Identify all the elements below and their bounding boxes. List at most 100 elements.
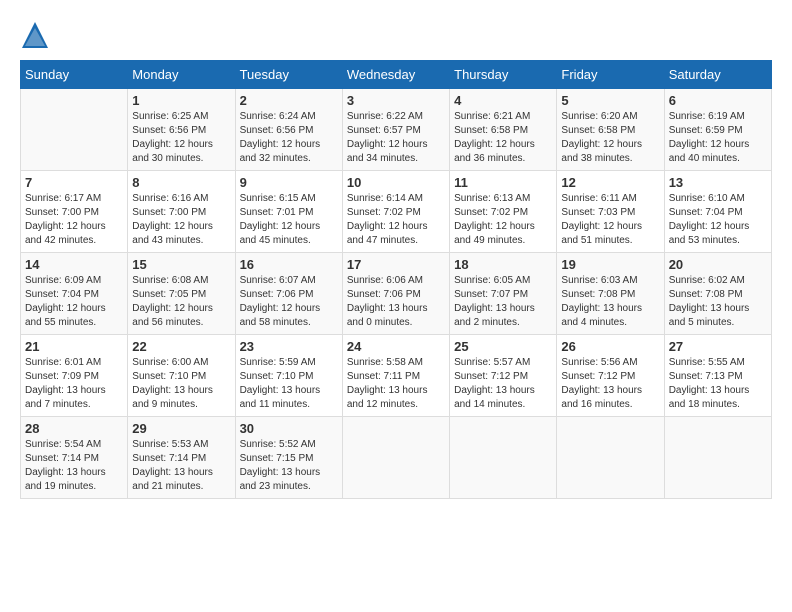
calendar-cell: 3Sunrise: 6:22 AM Sunset: 6:57 PM Daylig…	[342, 89, 449, 171]
day-number: 29	[132, 421, 230, 436]
day-number: 7	[25, 175, 123, 190]
logo	[20, 20, 54, 50]
day-number: 20	[669, 257, 767, 272]
day-number: 1	[132, 93, 230, 108]
day-number: 21	[25, 339, 123, 354]
day-info: Sunrise: 5:54 AM Sunset: 7:14 PM Dayligh…	[25, 438, 123, 494]
calendar-cell: 15Sunrise: 6:08 AM Sunset: 7:05 PM Dayli…	[128, 253, 235, 335]
day-number: 28	[25, 421, 123, 436]
header-wednesday: Wednesday	[342, 61, 449, 89]
calendar-cell	[557, 417, 664, 499]
calendar-cell	[21, 89, 128, 171]
day-info: Sunrise: 6:13 AM Sunset: 7:02 PM Dayligh…	[454, 192, 552, 248]
page-header	[20, 20, 772, 50]
calendar-cell: 24 Sunrise: 5:58 AM Sunset: 7:11 PM Dayli…	[342, 335, 449, 417]
calendar-cell: 13 Sunrise: 6:10 AM Sunset: 7:04 PM Dayli…	[664, 171, 771, 253]
day-info: Sunrise: 6:11 AM Sunset: 7:03 PM Dayligh…	[561, 192, 659, 248]
day-info: Sunrise: 5:58 AM Sunset: 7:11 PM Dayligh…	[347, 356, 445, 412]
day-info: Sunrise: 5:52 AM Sunset: 7:15 PM Dayligh…	[240, 438, 338, 494]
day-info: Sunrise: 6:02 AM Sunset: 7:08 PM Dayligh…	[669, 274, 767, 330]
day-info: Sunrise: 6:24 AM Sunset: 6:56 PM Dayligh…	[240, 110, 338, 166]
header-saturday: Saturday	[664, 61, 771, 89]
calendar-cell: 11Sunrise: 6:13 AM Sunset: 7:02 PM Dayli…	[450, 171, 557, 253]
header-thursday: Thursday	[450, 61, 557, 89]
day-number: 24	[347, 339, 445, 354]
calendar-cell: 19 Sunrise: 6:03 AM Sunset: 7:08 PM Dayli…	[557, 253, 664, 335]
calendar-cell: 25 Sunrise: 5:57 AM Sunset: 7:12 PM Dayli…	[450, 335, 557, 417]
day-number: 17	[347, 257, 445, 272]
calendar-cell: 30 Sunrise: 5:52 AM Sunset: 7:15 PM Dayli…	[235, 417, 342, 499]
day-number: 23	[240, 339, 338, 354]
day-info: Sunrise: 6:15 AM Sunset: 7:01 PM Dayligh…	[240, 192, 338, 248]
day-info: Sunrise: 6:08 AM Sunset: 7:05 PM Dayligh…	[132, 274, 230, 330]
day-info: Sunrise: 6:06 AM Sunset: 7:06 PM Dayligh…	[347, 274, 445, 330]
calendar-cell	[342, 417, 449, 499]
day-info: Sunrise: 5:57 AM Sunset: 7:12 PM Dayligh…	[454, 356, 552, 412]
day-info: Sunrise: 5:59 AM Sunset: 7:10 PM Dayligh…	[240, 356, 338, 412]
calendar-cell: 20 Sunrise: 6:02 AM Sunset: 7:08 PM Dayli…	[664, 253, 771, 335]
day-info: Sunrise: 6:03 AM Sunset: 7:08 PM Dayligh…	[561, 274, 659, 330]
day-info: Sunrise: 6:25 AM Sunset: 6:56 PM Dayligh…	[132, 110, 230, 166]
day-number: 25	[454, 339, 552, 354]
day-number: 22	[132, 339, 230, 354]
day-info: Sunrise: 6:01 AM Sunset: 7:09 PM Dayligh…	[25, 356, 123, 412]
day-info: Sunrise: 6:17 AM Sunset: 7:00 PM Dayligh…	[25, 192, 123, 248]
day-number: 18	[454, 257, 552, 272]
day-number: 19	[561, 257, 659, 272]
calendar-week-3: 14 Sunrise: 6:09 AM Sunset: 7:04 PM Dayli…	[21, 253, 772, 335]
day-info: Sunrise: 6:09 AM Sunset: 7:04 PM Dayligh…	[25, 274, 123, 330]
day-number: 13	[669, 175, 767, 190]
calendar-cell: 12 Sunrise: 6:11 AM Sunset: 7:03 PM Dayli…	[557, 171, 664, 253]
calendar-cell: 10 Sunrise: 6:14 AM Sunset: 7:02 PM Dayli…	[342, 171, 449, 253]
day-number: 3	[347, 93, 445, 108]
calendar-cell: 28 Sunrise: 5:54 AM Sunset: 7:14 PM Dayli…	[21, 417, 128, 499]
calendar-cell: 18Sunrise: 6:05 AM Sunset: 7:07 PM Dayli…	[450, 253, 557, 335]
calendar-cell: 14 Sunrise: 6:09 AM Sunset: 7:04 PM Dayli…	[21, 253, 128, 335]
header-monday: Monday	[128, 61, 235, 89]
day-number: 14	[25, 257, 123, 272]
calendar-cell: 29 Sunrise: 5:53 AM Sunset: 7:14 PM Dayli…	[128, 417, 235, 499]
day-number: 6	[669, 93, 767, 108]
calendar-cell: 2 Sunrise: 6:24 AM Sunset: 6:56 PM Daylig…	[235, 89, 342, 171]
day-number: 9	[240, 175, 338, 190]
day-number: 26	[561, 339, 659, 354]
day-number: 12	[561, 175, 659, 190]
day-info: Sunrise: 5:53 AM Sunset: 7:14 PM Dayligh…	[132, 438, 230, 494]
calendar-cell: 23 Sunrise: 5:59 AM Sunset: 7:10 PM Dayli…	[235, 335, 342, 417]
header-tuesday: Tuesday	[235, 61, 342, 89]
logo-icon	[20, 20, 50, 50]
day-number: 10	[347, 175, 445, 190]
calendar-header-row: SundayMondayTuesdayWednesdayThursdayFrid…	[21, 61, 772, 89]
day-info: Sunrise: 6:00 AM Sunset: 7:10 PM Dayligh…	[132, 356, 230, 412]
day-info: Sunrise: 5:55 AM Sunset: 7:13 PM Dayligh…	[669, 356, 767, 412]
calendar-week-5: 28 Sunrise: 5:54 AM Sunset: 7:14 PM Dayli…	[21, 417, 772, 499]
calendar-cell: 22 Sunrise: 6:00 AM Sunset: 7:10 PM Dayli…	[128, 335, 235, 417]
calendar-cell: 7 Sunrise: 6:17 AM Sunset: 7:00 PM Daylig…	[21, 171, 128, 253]
day-number: 5	[561, 93, 659, 108]
day-number: 27	[669, 339, 767, 354]
day-number: 30	[240, 421, 338, 436]
day-info: Sunrise: 6:19 AM Sunset: 6:59 PM Dayligh…	[669, 110, 767, 166]
day-number: 8	[132, 175, 230, 190]
day-number: 2	[240, 93, 338, 108]
calendar-cell: 1 Sunrise: 6:25 AM Sunset: 6:56 PM Daylig…	[128, 89, 235, 171]
calendar-cell: 16 Sunrise: 6:07 AM Sunset: 7:06 PM Dayli…	[235, 253, 342, 335]
day-info: Sunrise: 6:20 AM Sunset: 6:58 PM Dayligh…	[561, 110, 659, 166]
calendar-week-2: 7 Sunrise: 6:17 AM Sunset: 7:00 PM Daylig…	[21, 171, 772, 253]
day-number: 16	[240, 257, 338, 272]
calendar-cell: 6 Sunrise: 6:19 AM Sunset: 6:59 PM Daylig…	[664, 89, 771, 171]
header-sunday: Sunday	[21, 61, 128, 89]
day-number: 4	[454, 93, 552, 108]
calendar-cell	[664, 417, 771, 499]
calendar-cell: 9 Sunrise: 6:15 AM Sunset: 7:01 PM Daylig…	[235, 171, 342, 253]
day-info: Sunrise: 5:56 AM Sunset: 7:12 PM Dayligh…	[561, 356, 659, 412]
day-info: Sunrise: 6:10 AM Sunset: 7:04 PM Dayligh…	[669, 192, 767, 248]
calendar-cell: 17 Sunrise: 6:06 AM Sunset: 7:06 PM Dayli…	[342, 253, 449, 335]
day-info: Sunrise: 6:14 AM Sunset: 7:02 PM Dayligh…	[347, 192, 445, 248]
calendar-cell: 26 Sunrise: 5:56 AM Sunset: 7:12 PM Dayli…	[557, 335, 664, 417]
calendar-week-4: 21 Sunrise: 6:01 AM Sunset: 7:09 PM Dayli…	[21, 335, 772, 417]
calendar-cell	[450, 417, 557, 499]
day-info: Sunrise: 6:07 AM Sunset: 7:06 PM Dayligh…	[240, 274, 338, 330]
calendar-cell: 21 Sunrise: 6:01 AM Sunset: 7:09 PM Dayli…	[21, 335, 128, 417]
calendar-cell: 27 Sunrise: 5:55 AM Sunset: 7:13 PM Dayli…	[664, 335, 771, 417]
